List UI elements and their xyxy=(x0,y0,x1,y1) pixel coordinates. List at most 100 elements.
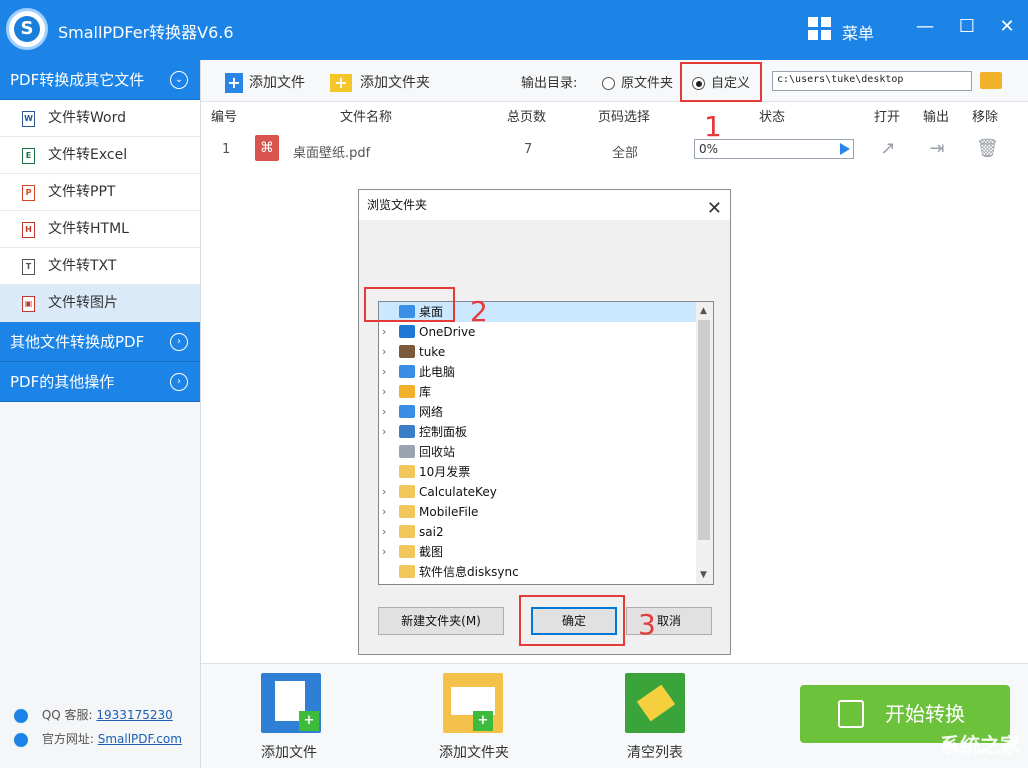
dialog-close-icon[interactable]: ✕ xyxy=(707,194,722,224)
highlight-box-2 xyxy=(364,287,455,322)
radio-icon xyxy=(602,77,615,90)
sidebar-section-label: PDF的其他操作 xyxy=(10,373,115,391)
add-file-large-icon[interactable]: + xyxy=(261,673,321,733)
progress-bar: 0% xyxy=(694,139,854,159)
add-folder-button[interactable]: + 添加文件夹 xyxy=(330,72,430,92)
folder-icon xyxy=(399,565,415,578)
tree-item-label: 库 xyxy=(419,385,432,399)
website: 官方网址: SmallPDF.com xyxy=(14,730,182,747)
sidebar-item[interactable]: ▣ 文件转图片 xyxy=(0,285,200,322)
sidebar-item[interactable]: T 文件转TXT xyxy=(0,248,200,285)
scroll-up-icon[interactable]: ▲ xyxy=(700,306,707,316)
col-header-status: 状态 xyxy=(759,110,786,125)
sidebar-item-label: 文件转图片 xyxy=(48,295,118,311)
chevron-right-icon[interactable]: › xyxy=(170,333,188,351)
folder-icon[interactable] xyxy=(980,72,1002,89)
col-header-page-range: 页码选择 xyxy=(598,110,651,125)
expand-chevron-icon[interactable]: › xyxy=(382,402,386,422)
tree-item[interactable]: › MobileFile xyxy=(379,502,697,522)
annotation-number-2: 2 xyxy=(470,295,488,328)
minimize-button[interactable]: — xyxy=(910,14,940,40)
tree-item-label: 软件信息disksync xyxy=(419,565,519,579)
sidebar-section-pdf-other-ops[interactable]: PDF的其他操作 › xyxy=(0,362,200,402)
add-file-button[interactable]: + 添加文件 xyxy=(225,72,305,93)
close-button[interactable]: ✕ xyxy=(992,14,1022,40)
sidebar-item[interactable]: W 文件转Word xyxy=(0,100,200,137)
col-header-index: 编号 xyxy=(211,110,238,125)
broom-icon[interactable] xyxy=(625,673,685,733)
app-logo: S xyxy=(6,8,48,50)
qq-icon xyxy=(14,708,28,723)
clear-list-label[interactable]: 清空列表 xyxy=(627,742,683,762)
sidebar-section-pdf-to-other[interactable]: PDF转换成其它文件 ⌄ xyxy=(0,60,200,100)
dialog-title: 浏览文件夹 xyxy=(367,198,428,212)
folder-icon xyxy=(399,425,415,438)
menu-button[interactable]: 菜单 xyxy=(842,20,874,44)
scroll-thumb[interactable] xyxy=(698,320,710,540)
tree-item-label: tuke xyxy=(419,345,446,359)
new-folder-button[interactable]: 新建文件夹(M) xyxy=(378,607,504,635)
trash-icon[interactable]: 🗑 xyxy=(976,139,999,159)
open-external-icon[interactable]: ↗ xyxy=(878,139,898,159)
dialog-title-bar: 浏览文件夹 ✕ xyxy=(359,190,730,220)
folder-icon xyxy=(399,445,415,458)
col-header-open: 打开 xyxy=(874,110,901,125)
chevron-down-icon[interactable]: ⌄ xyxy=(170,71,188,89)
add-folder-large-label[interactable]: 添加文件夹 xyxy=(439,742,509,762)
tree-item[interactable]: › CalculateKey xyxy=(379,482,697,502)
tree-item[interactable]: › 此电脑 xyxy=(379,362,697,382)
tree-item-label: 回收站 xyxy=(419,445,456,459)
sidebar-item[interactable]: E 文件转Excel xyxy=(0,137,200,174)
tree-scrollbar[interactable]: ▲ ▼ xyxy=(696,302,713,584)
maximize-button[interactable]: ☐ xyxy=(952,14,982,40)
play-icon[interactable] xyxy=(840,143,850,155)
tree-item[interactable]: 软件信息disksync xyxy=(379,562,697,582)
sidebar: PDF转换成其它文件 ⌄ W 文件转Word E 文件转Excel P 文件转PPT H 文件… xyxy=(0,60,201,768)
menu-grid-icon[interactable] xyxy=(808,17,832,41)
tree-item[interactable]: › 库 xyxy=(379,382,697,402)
app-logo-letter: S xyxy=(14,16,40,42)
tree-item[interactable]: › tuke xyxy=(379,342,697,362)
sidebar-section-other-to-pdf[interactable]: 其他文件转换成PDF › xyxy=(0,322,200,362)
expand-chevron-icon[interactable]: › xyxy=(382,542,386,562)
output-path-input[interactable]: c:\users\tuke\desktop xyxy=(772,71,972,91)
output-dir-label: 输出目录: xyxy=(521,76,578,91)
site-link[interactable]: SmallPDF.com xyxy=(98,732,182,746)
sidebar-item[interactable]: H 文件转HTML xyxy=(0,211,200,248)
add-file-large-label[interactable]: 添加文件 xyxy=(261,742,317,762)
row-page-range[interactable]: 全部 xyxy=(612,142,638,161)
output-icon[interactable]: ⇥ xyxy=(927,139,947,159)
tree-item-label: 控制面板 xyxy=(419,425,468,439)
add-folder-large-icon[interactable]: + xyxy=(443,673,503,733)
tree-item[interactable]: › 截图 xyxy=(379,542,697,562)
expand-chevron-icon[interactable]: › xyxy=(382,522,386,542)
expand-chevron-icon[interactable]: › xyxy=(382,502,386,522)
sidebar-item-label: 文件转TXT xyxy=(48,258,117,274)
sidebar-item-label: 文件转PPT xyxy=(48,184,116,200)
qq-link[interactable]: 1933175230 xyxy=(96,708,172,722)
toolbar: + 添加文件 + 添加文件夹 输出目录: 原文件夹 自定义 c:\users\tuk… xyxy=(201,60,1028,102)
scroll-down-icon[interactable]: ▼ xyxy=(700,570,707,580)
tree-item[interactable]: › 网络 xyxy=(379,402,697,422)
tree-item[interactable]: › sai2 xyxy=(379,522,697,542)
site-label: 官方网址: xyxy=(41,732,94,746)
tree-item[interactable]: › OneDrive xyxy=(379,322,697,342)
tree-item[interactable]: 回收站 xyxy=(379,442,697,462)
tree-item[interactable]: › 控制面板 xyxy=(379,422,697,442)
highlight-box-3 xyxy=(519,595,625,646)
sidebar-item[interactable]: P 文件转PPT xyxy=(0,174,200,211)
expand-chevron-icon[interactable]: › xyxy=(382,382,386,402)
expand-chevron-icon[interactable]: › xyxy=(382,362,386,382)
radio-original-folder[interactable]: 原文件夹 xyxy=(602,72,673,91)
annotation-number-3: 3 xyxy=(638,608,656,641)
file-type-icon: T xyxy=(22,259,35,275)
expand-chevron-icon[interactable]: › xyxy=(382,322,386,342)
expand-chevron-icon[interactable]: › xyxy=(382,342,386,362)
expand-chevron-icon[interactable]: › xyxy=(382,422,386,442)
folder-tree[interactable]: 桌面 › OneDrive › tuke › 此电脑 › 库 › 网络 › 控制面板 回收站 10月发票 › C… xyxy=(378,301,714,585)
folder-icon xyxy=(399,385,415,398)
expand-chevron-icon[interactable]: › xyxy=(382,482,386,502)
qq-support: QQ 客服: 1933175230 xyxy=(14,706,173,723)
tree-item[interactable]: 10月发票 xyxy=(379,462,697,482)
chevron-right-icon[interactable]: › xyxy=(170,373,188,391)
